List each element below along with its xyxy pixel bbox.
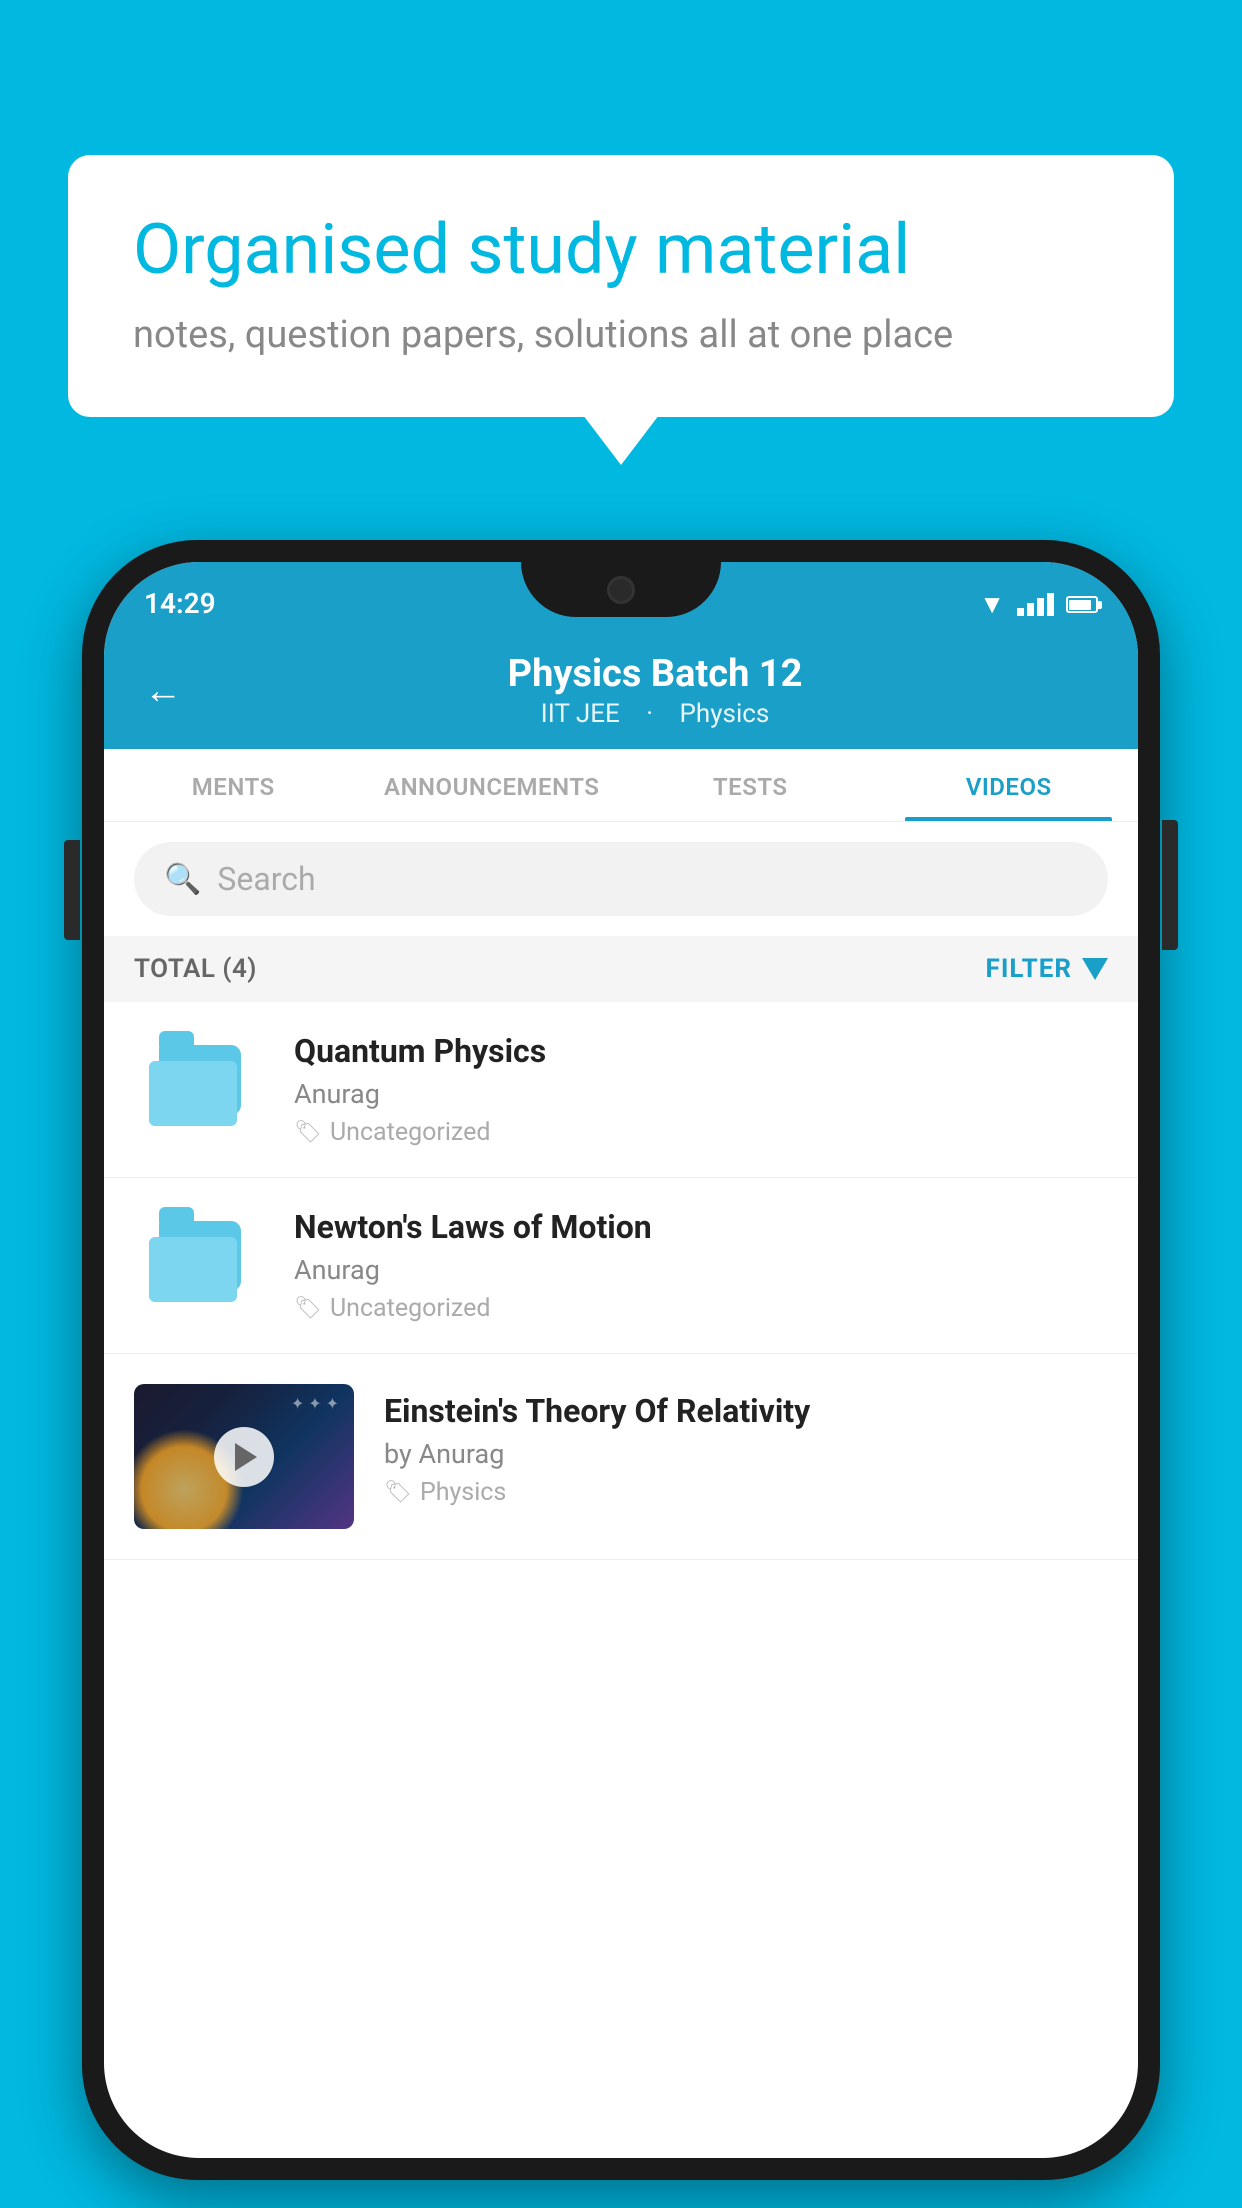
speech-bubble: Organised study material notes, question… — [68, 155, 1174, 417]
subtitle-separator: · — [646, 699, 653, 729]
video-title-2: Newton's Laws of Motion — [294, 1208, 1108, 1246]
video-tag-1: 🏷 Uncategorized — [294, 1118, 1108, 1147]
video-thumb-area-2 — [134, 1211, 264, 1321]
play-triangle-icon — [235, 1443, 257, 1471]
phone-camera — [607, 576, 635, 604]
wifi-icon: ▼ — [979, 589, 1005, 620]
filter-label: FILTER — [986, 954, 1072, 984]
search-container: 🔍 Search — [104, 822, 1138, 936]
app-header: ← Physics Batch 12 IIT JEE · Physics — [104, 632, 1138, 749]
search-icon: 🔍 — [164, 862, 201, 897]
folder-front-2 — [149, 1237, 237, 1302]
list-item[interactable]: Newton's Laws of Motion Anurag 🏷 Uncateg… — [104, 1178, 1138, 1354]
phone-wrapper: 14:29 ▼ — [82, 540, 1160, 2180]
video-info-3: Einstein's Theory Of Relativity by Anura… — [384, 1384, 1108, 1507]
speech-bubble-container: Organised study material notes, question… — [68, 155, 1174, 417]
tag-icon-3: 🏷 — [384, 1480, 412, 1505]
status-time: 14:29 — [144, 587, 216, 620]
total-label: TOTAL (4) — [134, 954, 257, 984]
list-item[interactable]: Quantum Physics Anurag 🏷 Uncategorized — [104, 1002, 1138, 1178]
video-tag-3: 🏷 Physics — [384, 1478, 1108, 1507]
video-author-3: by Anurag — [384, 1438, 1108, 1470]
video-thumb-area-1 — [134, 1035, 264, 1145]
tab-ments[interactable]: MENTS — [104, 749, 363, 821]
filter-button[interactable]: FILTER — [986, 954, 1108, 984]
tab-tests[interactable]: TESTS — [621, 749, 880, 821]
tabs-bar: MENTS ANNOUNCEMENTS TESTS VIDEOS — [104, 749, 1138, 822]
header-title-section: Physics Batch 12 IIT JEE · Physics — [212, 652, 1098, 729]
battery-icon — [1066, 596, 1098, 613]
video-author-2: Anurag — [294, 1254, 1108, 1286]
tag-icon-1: 🏷 — [294, 1120, 322, 1145]
phone-notch — [521, 562, 721, 617]
status-icons: ▼ — [979, 589, 1098, 620]
video-title-1: Quantum Physics — [294, 1032, 1108, 1070]
signal-icon — [1017, 593, 1054, 616]
header-title: Physics Batch 12 — [212, 652, 1098, 696]
thumb-stars-3: ✦ ✦ ✦ — [291, 1394, 339, 1413]
tab-videos[interactable]: VIDEOS — [880, 749, 1139, 821]
video-list: Quantum Physics Anurag 🏷 Uncategorized — [104, 1002, 1138, 1560]
video-info-1: Quantum Physics Anurag 🏷 Uncategorized — [294, 1032, 1108, 1147]
header-subtitle: IIT JEE · Physics — [212, 699, 1098, 729]
tag-label-3: Physics — [420, 1478, 506, 1507]
video-info-2: Newton's Laws of Motion Anurag 🏷 Uncateg… — [294, 1208, 1108, 1323]
search-box[interactable]: 🔍 Search — [134, 842, 1108, 916]
speech-bubble-subtitle: notes, question papers, solutions all at… — [133, 313, 1109, 357]
subtitle-iitjee: IIT JEE — [541, 699, 620, 729]
back-button[interactable]: ← — [144, 669, 182, 713]
tag-label-1: Uncategorized — [330, 1118, 491, 1147]
list-item[interactable]: ✦ ✦ ✦ Einstein's Theory Of Relativity by… — [104, 1354, 1138, 1560]
tag-icon-2: 🏷 — [294, 1296, 322, 1321]
tag-label-2: Uncategorized — [330, 1294, 491, 1323]
folder-icon-2 — [149, 1221, 249, 1311]
phone-outer: 14:29 ▼ — [82, 540, 1160, 2180]
video-tag-2: 🏷 Uncategorized — [294, 1294, 1108, 1323]
video-thumbnail-3: ✦ ✦ ✦ — [134, 1384, 354, 1529]
filter-bar: TOTAL (4) FILTER — [104, 936, 1138, 1002]
play-button-3[interactable] — [214, 1427, 274, 1487]
video-author-1: Anurag — [294, 1078, 1108, 1110]
folder-icon-1 — [149, 1045, 249, 1135]
search-placeholder: Search — [217, 860, 315, 898]
filter-funnel-icon — [1082, 958, 1108, 980]
folder-front-1 — [149, 1061, 237, 1126]
speech-bubble-title: Organised study material — [133, 210, 1109, 291]
tab-announcements[interactable]: ANNOUNCEMENTS — [363, 749, 622, 821]
phone-screen: 14:29 ▼ — [104, 562, 1138, 2158]
subtitle-physics: Physics — [680, 699, 770, 729]
video-title-3: Einstein's Theory Of Relativity — [384, 1392, 1108, 1430]
